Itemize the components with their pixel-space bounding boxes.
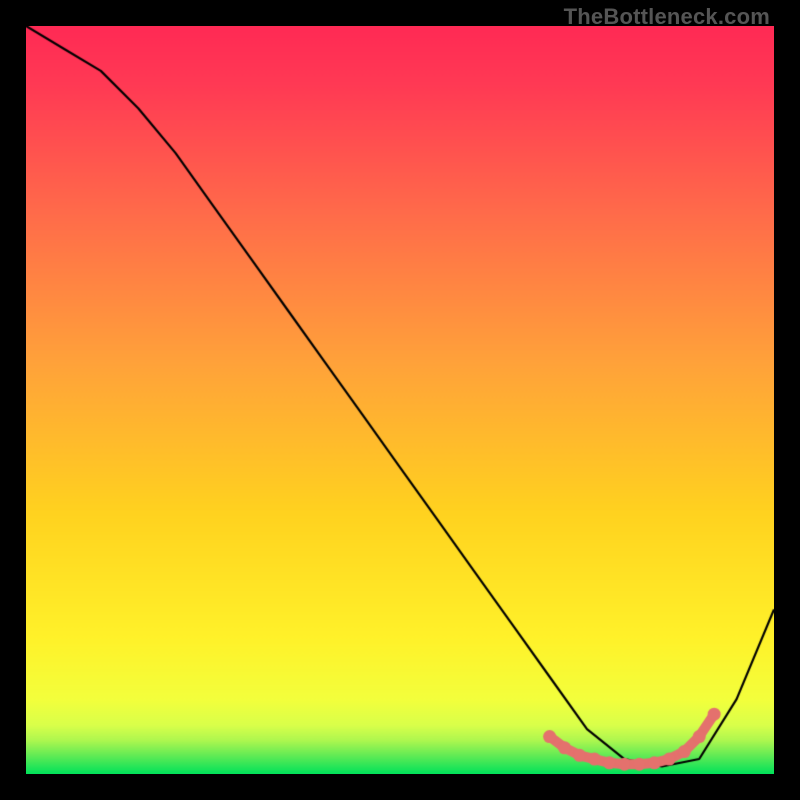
watermark-text: TheBottleneck.com	[564, 4, 770, 30]
bottleneck-chart-canvas	[26, 26, 774, 774]
chart-frame	[26, 26, 774, 774]
